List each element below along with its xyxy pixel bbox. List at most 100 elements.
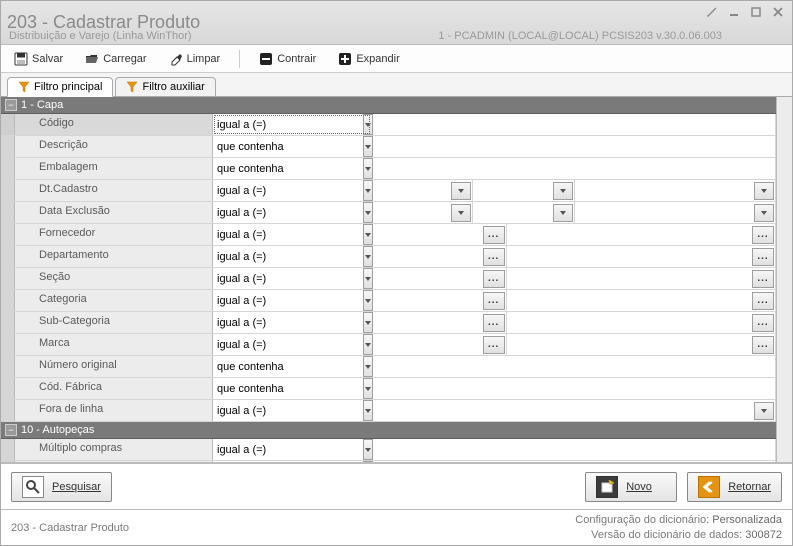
row-gutter bbox=[1, 334, 15, 355]
lookup-button[interactable]: ... bbox=[483, 226, 505, 244]
lookup-button[interactable]: ... bbox=[752, 336, 774, 354]
operator-select[interactable] bbox=[213, 312, 363, 333]
filter-row: Data Exclusão bbox=[1, 202, 776, 224]
date-dropdown[interactable] bbox=[451, 182, 471, 200]
minimize-icon[interactable] bbox=[726, 5, 742, 21]
lookup-button[interactable]: ... bbox=[752, 314, 774, 332]
date-dropdown[interactable] bbox=[754, 204, 774, 222]
filter-label: Quantidade mínima de compra embal bbox=[15, 461, 213, 462]
value-dropdown[interactable] bbox=[754, 402, 774, 420]
row-gutter bbox=[1, 290, 15, 311]
window-meta: 1 - PCADMIN (LOCAL@LOCAL) PCSIS203 v.30.… bbox=[438, 30, 722, 42]
operator-cell[interactable] bbox=[213, 461, 371, 462]
filter-row: Número original bbox=[1, 356, 776, 378]
pesquisar-label: Pesquisar bbox=[52, 481, 101, 493]
contrair-label: Contrair bbox=[277, 53, 316, 65]
operator-cell[interactable] bbox=[213, 158, 371, 179]
date-dropdown[interactable] bbox=[553, 204, 573, 222]
date-dropdown[interactable] bbox=[754, 182, 774, 200]
operator-select[interactable] bbox=[213, 356, 363, 377]
operator-select[interactable] bbox=[213, 461, 363, 462]
operator-select[interactable] bbox=[213, 378, 363, 399]
lookup-button[interactable]: ... bbox=[752, 226, 774, 244]
contrair-button[interactable]: Contrair bbox=[250, 48, 325, 70]
operator-cell[interactable] bbox=[213, 180, 371, 201]
group-header[interactable]: − 1 - Capa bbox=[1, 97, 776, 114]
expand-icon bbox=[338, 52, 352, 66]
retornar-button[interactable]: Retornar bbox=[687, 472, 782, 502]
filter-label: Marca bbox=[15, 334, 213, 355]
tab-filtro-auxiliar[interactable]: Filtro auxiliar bbox=[115, 77, 215, 96]
operator-cell[interactable] bbox=[213, 400, 371, 421]
date-dropdown[interactable] bbox=[553, 182, 573, 200]
operator-select[interactable] bbox=[213, 246, 363, 267]
expandir-button[interactable]: Expandir bbox=[329, 48, 408, 70]
pesquisar-button[interactable]: Pesquisar bbox=[11, 472, 112, 502]
operator-cell[interactable] bbox=[213, 136, 371, 157]
row-gutter bbox=[1, 202, 15, 223]
operator-cell[interactable] bbox=[213, 246, 371, 267]
collapse-icon[interactable]: − bbox=[5, 99, 17, 111]
lookup-button[interactable]: ... bbox=[752, 292, 774, 310]
operator-select[interactable] bbox=[213, 202, 363, 223]
lookup-button[interactable]: ... bbox=[483, 336, 505, 354]
tab-filtro-principal[interactable]: Filtro principal bbox=[7, 77, 113, 97]
lookup-button[interactable]: ... bbox=[483, 270, 505, 288]
row-gutter bbox=[1, 246, 15, 267]
operator-select[interactable] bbox=[213, 180, 363, 201]
operator-cell[interactable] bbox=[213, 312, 371, 333]
lookup-button[interactable]: ... bbox=[483, 314, 505, 332]
eraser-icon bbox=[169, 52, 183, 66]
collapse-icon[interactable]: − bbox=[5, 424, 17, 436]
limpar-label: Limpar bbox=[187, 53, 221, 65]
filter-label: Cód. Fábrica bbox=[15, 378, 213, 399]
operator-cell[interactable] bbox=[213, 439, 371, 460]
operator-select[interactable] bbox=[213, 268, 363, 289]
operator-cell[interactable] bbox=[213, 224, 371, 245]
save-icon bbox=[14, 52, 28, 66]
operator-cell[interactable] bbox=[213, 378, 371, 399]
group-header[interactable]: − 10 - Autopeças bbox=[1, 422, 776, 439]
row-gutter bbox=[1, 158, 15, 179]
operator-select[interactable] bbox=[213, 290, 363, 311]
operator-select[interactable] bbox=[213, 114, 363, 135]
row-gutter bbox=[1, 136, 15, 157]
operator-select[interactable] bbox=[213, 400, 363, 421]
toolbar: Salvar Carregar Limpar Contrair Expandir bbox=[1, 45, 792, 73]
filter-row: Múltiplo compras bbox=[1, 439, 776, 461]
filter-label: Código bbox=[15, 114, 213, 135]
scrollbar[interactable] bbox=[776, 97, 792, 462]
close-icon[interactable] bbox=[770, 5, 786, 21]
filter-row: Dt.Cadastro bbox=[1, 180, 776, 202]
operator-cell[interactable] bbox=[213, 114, 371, 135]
search-icon bbox=[22, 476, 44, 498]
operator-cell[interactable] bbox=[213, 290, 371, 311]
novo-button[interactable]: Novo bbox=[585, 472, 677, 502]
operator-select[interactable] bbox=[213, 334, 363, 355]
filter-label: Descrição bbox=[15, 136, 213, 157]
limpar-button[interactable]: Limpar bbox=[160, 48, 230, 70]
maximize-icon[interactable] bbox=[748, 5, 764, 21]
row-gutter bbox=[1, 461, 15, 462]
row-gutter bbox=[1, 356, 15, 377]
lookup-button[interactable]: ... bbox=[752, 270, 774, 288]
date-dropdown[interactable] bbox=[451, 204, 471, 222]
row-gutter bbox=[1, 378, 15, 399]
edit-icon[interactable] bbox=[704, 5, 720, 21]
carregar-button[interactable]: Carregar bbox=[76, 48, 155, 70]
lookup-button[interactable]: ... bbox=[483, 292, 505, 310]
row-gutter bbox=[1, 268, 15, 289]
operator-select[interactable] bbox=[213, 136, 363, 157]
filter-row: Descrição bbox=[1, 136, 776, 158]
operator-select[interactable] bbox=[213, 224, 363, 245]
lookup-button[interactable]: ... bbox=[752, 248, 774, 266]
operator-cell[interactable] bbox=[213, 334, 371, 355]
operator-cell[interactable] bbox=[213, 356, 371, 377]
operator-select[interactable] bbox=[213, 439, 363, 460]
lookup-button[interactable]: ... bbox=[483, 248, 505, 266]
row-gutter bbox=[1, 114, 15, 135]
salvar-button[interactable]: Salvar bbox=[5, 48, 72, 70]
operator-cell[interactable] bbox=[213, 268, 371, 289]
operator-cell[interactable] bbox=[213, 202, 371, 223]
operator-select[interactable] bbox=[213, 158, 363, 179]
